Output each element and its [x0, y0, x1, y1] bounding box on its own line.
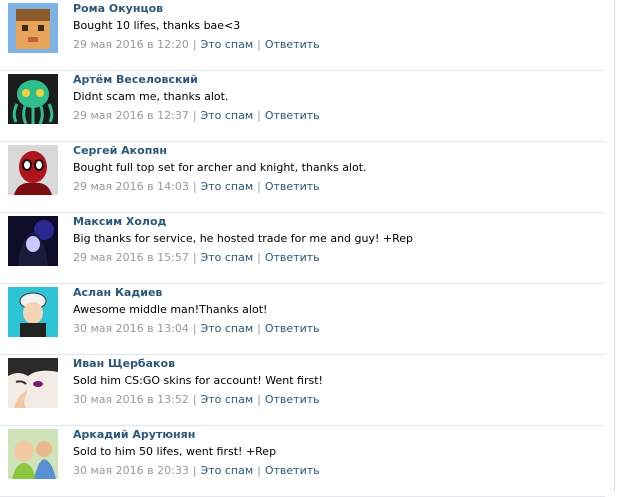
separator: | [192, 109, 197, 122]
avatar[interactable] [8, 74, 58, 124]
masked-hero-avatar-icon [8, 145, 58, 195]
comment-text: Bought full top set for archer and knigh… [73, 161, 367, 174]
comment-item: Аслан Кадиев Awesome middle man!Thanks a… [0, 284, 605, 355]
comment-text: Bought 10 lifes, thanks bae<3 [73, 19, 241, 32]
hooded-figure-avatar-icon [8, 216, 58, 266]
author-name[interactable]: Артём Веселовский [73, 73, 198, 86]
comment-meta: 29 мая 2016 в 15:57 | Это спам | Ответить [73, 251, 320, 264]
comment-text: Didnt scam me, thanks alot. [73, 90, 229, 103]
separator: | [192, 464, 197, 477]
comment-meta: 29 мая 2016 в 14:03 | Это спам | Ответить [73, 180, 320, 193]
comment-meta: 30 мая 2016 в 13:04 | Это спам | Ответить [73, 322, 320, 335]
comment-meta: 29 мая 2016 в 12:37 | Это спам | Ответить [73, 109, 320, 122]
octopus-avatar-icon [8, 74, 58, 124]
avatar[interactable] [8, 216, 58, 266]
author-name[interactable]: Аркадий Арутюнян [73, 428, 195, 441]
comment-item: Рома Окунцов Bought 10 lifes, thanks bae… [0, 0, 605, 71]
comment-date[interactable]: 30 мая 2016 в 13:04 [73, 322, 189, 335]
author-name[interactable]: Аслан Кадиев [73, 286, 162, 299]
spam-link[interactable]: Это спам [201, 464, 254, 477]
minecraft-avatar-icon [8, 3, 58, 53]
avatar[interactable] [8, 358, 58, 408]
comments-list: Рома Окунцов Bought 10 lifes, thanks bae… [0, 0, 605, 497]
spam-link[interactable]: Это спам [201, 251, 254, 264]
author-name[interactable]: Иван Щербаков [73, 357, 175, 370]
comment-item: Аркадий Арутюнян Sold to him 50 lifes, w… [0, 426, 605, 497]
separator: | [257, 393, 261, 406]
reply-link[interactable]: Ответить [265, 393, 320, 406]
author-name[interactable]: Сергей Акопян [73, 144, 167, 157]
comment-text: Sold him CS:GO skins for account! Went f… [73, 374, 323, 387]
reply-link[interactable]: Ответить [265, 464, 320, 477]
comment-date[interactable]: 29 мая 2016 в 14:03 [73, 180, 189, 193]
comment-date[interactable]: 30 мая 2016 в 13:52 [73, 393, 189, 406]
cartoon-boy-avatar-icon [8, 287, 58, 337]
separator: | [192, 251, 197, 264]
comment-date[interactable]: 30 мая 2016 в 20:33 [73, 464, 189, 477]
separator: | [192, 322, 197, 335]
scrollbar[interactable] [614, 0, 622, 491]
avatar[interactable] [8, 3, 58, 53]
spam-link[interactable]: Это спам [201, 38, 254, 51]
avatar[interactable] [8, 429, 58, 479]
spam-link[interactable]: Это спам [201, 322, 254, 335]
separator: | [257, 109, 261, 122]
comment-item: Сергей Акопян Bought full top set for ar… [0, 142, 605, 213]
avatar[interactable] [8, 145, 58, 195]
separator: | [257, 251, 261, 264]
comment-text: Sold to him 50 lifes, went first! +Rep [73, 445, 277, 458]
separator: | [257, 38, 261, 51]
comment-meta: 29 мая 2016 в 12:20 | Это спам | Ответить [73, 38, 320, 51]
author-name[interactable]: Рома Окунцов [73, 2, 163, 15]
separator: | [257, 322, 261, 335]
comment-date[interactable]: 29 мая 2016 в 12:37 [73, 109, 189, 122]
reply-link[interactable]: Ответить [265, 38, 320, 51]
comment-item: Иван Щербаков Sold him CS:GO skins for a… [0, 355, 605, 426]
comment-item: Максим Холод Big thanks for service, he … [0, 213, 605, 284]
separator: | [192, 180, 197, 193]
reply-link[interactable]: Ответить [265, 180, 320, 193]
reply-link[interactable]: Ответить [265, 251, 320, 264]
comment-text: Awesome middle man!Thanks alot! [73, 303, 268, 316]
comment-meta: 30 мая 2016 в 13:52 | Это спам | Ответить [73, 393, 320, 406]
comment-date[interactable]: 29 мая 2016 в 15:57 [73, 251, 189, 264]
reply-link[interactable]: Ответить [265, 322, 320, 335]
avatar[interactable] [8, 287, 58, 337]
spam-link[interactable]: Это спам [201, 393, 254, 406]
separator: | [192, 393, 197, 406]
spam-link[interactable]: Это спам [201, 109, 254, 122]
spam-link[interactable]: Это спам [201, 180, 254, 193]
reply-link[interactable]: Ответить [265, 109, 320, 122]
comment-meta: 30 мая 2016 в 20:33 | Это спам | Ответить [73, 464, 320, 477]
anime-face-avatar-icon [8, 358, 58, 408]
separator: | [192, 38, 197, 51]
comment-date[interactable]: 29 мая 2016 в 12:20 [73, 38, 189, 51]
separator: | [257, 180, 261, 193]
photo-children-avatar-icon [8, 429, 58, 479]
separator: | [257, 464, 261, 477]
comment-item: Артём Веселовский Didnt scam me, thanks … [0, 71, 605, 142]
author-name[interactable]: Максим Холод [73, 215, 166, 228]
comment-text: Big thanks for service, he hosted trade … [73, 232, 414, 245]
